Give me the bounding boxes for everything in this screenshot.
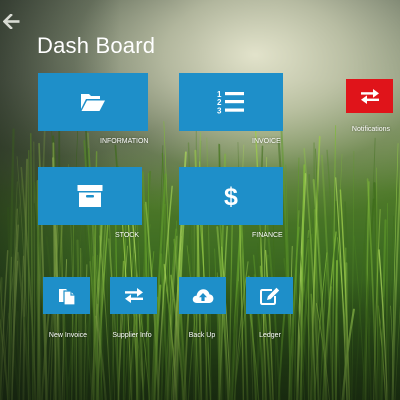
back-up-label: Back Up xyxy=(188,332,216,339)
finance-tile[interactable]: $ xyxy=(179,167,283,225)
stock-label: STOCK xyxy=(115,232,139,239)
notifications-tile[interactable] xyxy=(346,79,393,113)
back-button[interactable] xyxy=(1,11,21,31)
finance-label: FINANCE xyxy=(252,232,283,239)
numbered-list-icon: 1 2 3 xyxy=(217,90,244,116)
new-invoice-tile[interactable] xyxy=(43,277,90,314)
new-invoice-label: New Invoice xyxy=(48,332,88,339)
folder-open-icon xyxy=(81,94,105,111)
invoice-tile[interactable]: 1 2 3 xyxy=(179,73,283,131)
dollar-icon: $ xyxy=(224,183,238,210)
cloud-upload-icon xyxy=(192,288,213,303)
notifications-label: Notifications xyxy=(351,126,391,133)
back-up-tile[interactable] xyxy=(179,277,226,314)
archive-box-icon xyxy=(77,185,103,207)
exchange-arrows-icon xyxy=(124,288,143,303)
edit-pencil-icon xyxy=(259,287,279,305)
exchange-arrows-icon xyxy=(360,88,379,104)
page-title: Dash Board xyxy=(37,33,156,58)
ledger-tile[interactable] xyxy=(246,277,293,314)
stock-tile[interactable] xyxy=(38,167,142,225)
ledger-label: Ledger xyxy=(259,332,281,339)
copy-documents-icon xyxy=(58,288,76,306)
supplier-info-tile[interactable] xyxy=(110,277,157,314)
information-tile[interactable] xyxy=(38,73,148,131)
arrow-left-icon xyxy=(2,13,19,29)
information-label: INFORMATION xyxy=(100,138,149,145)
invoice-label: INVOICE xyxy=(252,138,281,145)
svg-text:3: 3 xyxy=(217,107,222,116)
svg-text:$: $ xyxy=(224,183,238,210)
supplier-info-label: Supplier Info xyxy=(112,332,152,339)
